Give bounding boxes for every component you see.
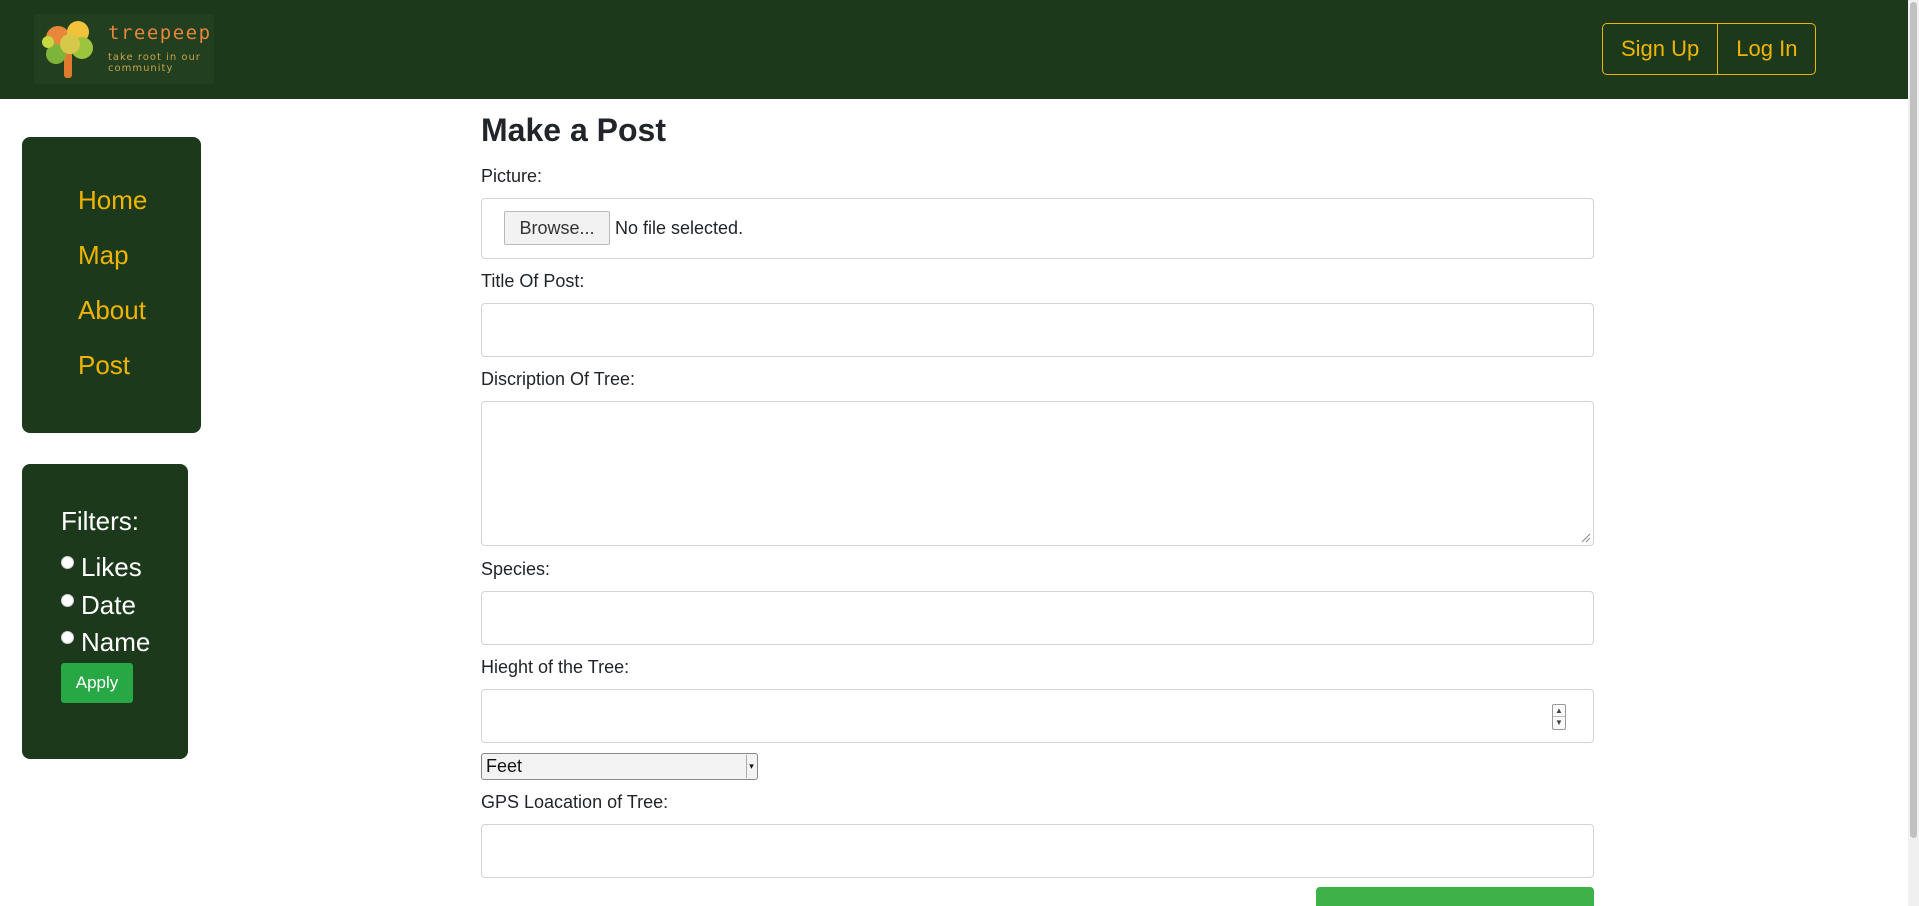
filter-option-date[interactable]: Date [61,590,136,620]
auth-buttons: Sign Up Log In [1602,23,1817,75]
picture-label: Picture: [481,166,543,186]
filter-option-label: Date [81,589,136,620]
filter-option-likes[interactable]: Likes [61,552,142,582]
page-title: Make a Post [481,112,666,148]
height-number-input[interactable]: ▲ ▼ [481,689,1594,743]
brand-tagline: take root in our community [108,52,201,74]
sidebar-item-map[interactable]: Map [78,240,201,295]
date-radio[interactable] [61,593,74,607]
submit-post-button[interactable] [1316,887,1594,906]
sidebar-item-post[interactable]: Post [78,350,201,405]
name-radio[interactable] [61,630,74,644]
post-title-input[interactable] [481,303,1594,357]
spin-down-icon[interactable]: ▼ [1553,717,1565,729]
species-label: Species: [481,559,551,579]
height-unit-select[interactable]: Feet ▾ [481,753,758,780]
filter-option-label: Name [81,626,151,657]
no-file-text: No file selected. [615,218,744,238]
description-textarea[interactable] [481,401,1594,546]
log-in-button[interactable]: Log In [1718,23,1817,75]
treepeep-logo[interactable]: treepeep take root in our community [34,14,214,84]
sidebar-item-home[interactable]: Home [78,185,201,240]
apply-button[interactable]: Apply [61,663,133,703]
top-navbar: treepeep take root in our community Sign… [0,0,1908,99]
unit-selected-value: Feet [486,756,523,776]
filters-panel: Filters: Likes Date Name Apply [22,464,188,759]
sidebar-item-about[interactable]: About [78,295,201,350]
gps-location-input[interactable] [481,824,1594,878]
page-scrollbar[interactable] [1908,0,1919,906]
height-label: Hieght of the Tree: [481,657,630,677]
filter-option-label: Likes [81,551,142,582]
browse-button[interactable]: Browse... [504,211,610,245]
likes-radio[interactable] [61,555,74,569]
sign-up-button[interactable]: Sign Up [1602,23,1719,75]
filter-option-name[interactable]: Name [61,627,150,657]
description-label: Discription Of Tree: [481,369,636,389]
picture-file-input[interactable]: Browse... No file selected. [481,198,1594,259]
sidebar-nav: Home Map About Post [22,137,201,433]
post-title-label: Title Of Post: [481,271,585,291]
brand-name: treepeep [108,22,212,44]
number-spinner[interactable]: ▲ ▼ [1552,704,1566,730]
species-input[interactable] [481,591,1594,645]
scrollbar-thumb[interactable] [1910,2,1917,838]
gps-label: GPS Loacation of Tree: [481,792,669,812]
resize-grip-icon[interactable] [1581,533,1591,543]
spin-up-icon[interactable]: ▲ [1553,705,1565,717]
tree-logo-icon [42,21,93,78]
filters-title: Filters: [61,506,139,536]
chevron-down-icon: ▾ [746,755,756,778]
